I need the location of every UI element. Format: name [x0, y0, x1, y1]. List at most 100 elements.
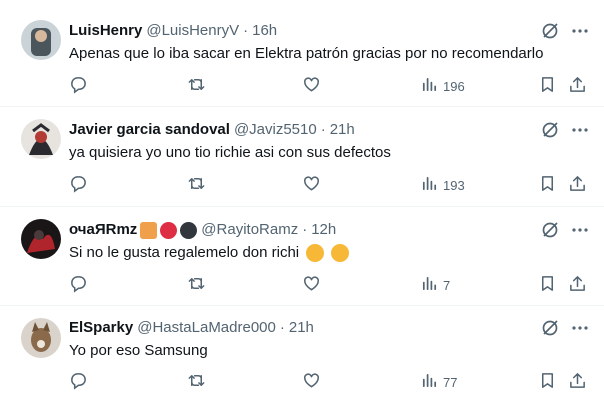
views-icon — [420, 274, 439, 296]
like-icon — [302, 371, 321, 393]
user-handle[interactable]: @HastaLaMadre000 — [137, 318, 276, 338]
repost-button[interactable] — [187, 372, 206, 392]
like-button[interactable] — [302, 76, 321, 96]
black-circle-icon — [180, 221, 198, 239]
repost-button[interactable] — [187, 76, 206, 96]
bookmark-icon — [538, 274, 557, 296]
views-icon — [420, 174, 439, 196]
reply-button[interactable] — [69, 372, 88, 392]
avatar[interactable] — [21, 119, 61, 159]
action-bar: 77 — [0, 372, 604, 392]
like-button[interactable] — [302, 275, 321, 295]
views-button[interactable]: 193 — [420, 175, 465, 195]
like-icon — [302, 75, 321, 97]
tweet-1[interactable]: LuisHenry @LuisHenryV · 16h Apenas que l… — [0, 0, 604, 107]
views-count: 77 — [443, 374, 458, 390]
more-icon[interactable] — [570, 120, 590, 140]
tweet-text: ya quisiera yo uno tio richie asi con su… — [69, 144, 391, 161]
action-bar: 193 — [0, 175, 604, 195]
tweet-text: Si no le gusta regalemelo don richi — [69, 244, 300, 261]
avatar[interactable] — [21, 20, 61, 60]
tweet-text: Yo por eso Samsung — [69, 342, 208, 359]
timestamp[interactable]: 12h — [311, 220, 336, 240]
more-icon[interactable] — [570, 318, 590, 338]
views-count: 196 — [443, 78, 465, 94]
separator: · — [302, 221, 308, 238]
bookmark-icon — [538, 75, 557, 97]
reply-button[interactable] — [69, 275, 88, 295]
reply-button[interactable] — [69, 76, 88, 96]
red-circle-icon — [160, 221, 178, 239]
repost-icon — [187, 274, 206, 296]
tweet-2[interactable]: Javier garcia sandoval @Javiz5510 · 21h … — [0, 107, 604, 207]
reply-icon — [69, 371, 88, 393]
bookmark-button[interactable] — [538, 175, 557, 195]
action-bar: 196 — [0, 76, 604, 96]
repost-button[interactable] — [187, 175, 206, 195]
display-name[interactable]: Javier garcia sandoval — [69, 120, 230, 140]
like-icon — [302, 274, 321, 296]
separator: · — [243, 22, 249, 39]
bookmark-icon — [538, 174, 557, 196]
avatar[interactable] — [21, 219, 61, 259]
tweet-header: LuisHenry @LuisHenryV · 16h — [69, 21, 277, 41]
like-button[interactable] — [302, 372, 321, 392]
views-button[interactable]: 7 — [420, 275, 450, 295]
display-name[interactable]: очаЯRmz — [69, 220, 137, 240]
grok-icon[interactable] — [540, 21, 560, 41]
display-name[interactable]: LuisHenry — [69, 21, 142, 41]
action-bar: 7 — [0, 275, 604, 295]
like-button[interactable] — [302, 175, 321, 195]
tweet-header: Javier garcia sandoval @Javiz5510 · 21h — [69, 120, 355, 140]
share-button[interactable] — [568, 76, 587, 96]
share-button[interactable] — [568, 175, 587, 195]
views-count: 7 — [443, 277, 451, 293]
tweet-header: очаЯRmz @RayitoRamz · 12h — [69, 220, 336, 240]
grok-icon[interactable] — [540, 120, 560, 140]
timestamp[interactable]: 21h — [289, 318, 314, 338]
bookmark-button[interactable] — [538, 275, 557, 295]
repost-icon — [187, 371, 206, 393]
repost-icon — [187, 174, 206, 196]
views-icon — [420, 371, 439, 393]
views-count: 193 — [443, 177, 465, 193]
separator: · — [320, 121, 326, 138]
reply-icon — [69, 274, 88, 296]
tweet-4[interactable]: ElSparky @HastaLaMadre000 · 21h Yo por e… — [0, 306, 604, 401]
repost-button[interactable] — [187, 275, 206, 295]
tweet-header: ElSparky @HastaLaMadre000 · 21h — [69, 318, 314, 338]
views-icon — [420, 75, 439, 97]
tweet-3[interactable]: очаЯRmz @RayitoRamz · 12h Si no le gusta… — [0, 207, 604, 306]
bookmark-button[interactable] — [538, 76, 557, 96]
user-handle[interactable]: @RayitoRamz — [201, 220, 298, 240]
avatar[interactable] — [21, 318, 61, 358]
user-handle[interactable]: @LuisHenryV — [146, 21, 239, 41]
more-icon[interactable] — [570, 220, 590, 240]
more-icon[interactable] — [570, 21, 590, 41]
timestamp[interactable]: 21h — [330, 120, 355, 140]
share-icon — [568, 371, 587, 393]
grok-icon[interactable] — [540, 318, 560, 338]
views-button[interactable]: 196 — [420, 76, 465, 96]
grok-icon[interactable] — [540, 220, 560, 240]
display-name[interactable]: ElSparky — [69, 318, 133, 338]
like-icon — [302, 174, 321, 196]
tweet-text-row: Si no le gusta regalemelo don richi — [69, 243, 350, 263]
reply-icon — [69, 174, 88, 196]
tweet-text: Apenas que lo iba sacar en Elektra patró… — [69, 45, 544, 62]
shushing-face-emoji-icon — [306, 244, 325, 263]
share-button[interactable] — [568, 372, 587, 392]
fox-emoji-icon — [140, 221, 158, 239]
shushing-face-emoji-icon — [331, 244, 350, 263]
share-button[interactable] — [568, 275, 587, 295]
separator: · — [279, 319, 285, 336]
reply-button[interactable] — [69, 175, 88, 195]
share-icon — [568, 274, 587, 296]
bookmark-icon — [538, 371, 557, 393]
user-handle[interactable]: @Javiz5510 — [234, 120, 317, 140]
timestamp[interactable]: 16h — [252, 21, 277, 41]
share-icon — [568, 75, 587, 97]
views-button[interactable]: 77 — [420, 372, 457, 392]
bookmark-button[interactable] — [538, 372, 557, 392]
share-icon — [568, 174, 587, 196]
